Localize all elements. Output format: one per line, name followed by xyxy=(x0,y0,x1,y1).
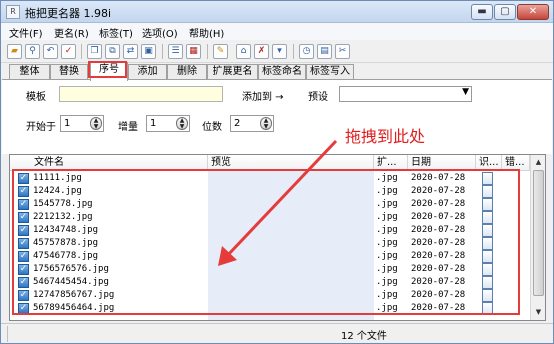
tab-replace[interactable]: 替换 xyxy=(50,64,88,80)
toolbar-separator xyxy=(81,44,82,59)
annotation-drag-text: 拖拽到此处 xyxy=(345,127,426,146)
paste-icon[interactable]: ⧉ xyxy=(105,44,120,59)
folder-open-icon[interactable]: ▰ xyxy=(7,44,22,59)
tab-extended-rename[interactable]: 扩展更名 xyxy=(207,64,258,80)
minimize-button[interactable]: ▬ xyxy=(471,4,493,20)
toolbar: ▰ ⚲ ↶ ✓ ❐ ⧉ ⇄ ▣ ☰ ▦ ✎ ⌂ ✗ ▾ ◷ ▤ ✂ xyxy=(1,41,553,63)
spin-icon[interactable]: ▲ ▼ xyxy=(90,117,102,130)
increment-label: 增量 xyxy=(118,122,138,133)
scroll-thumb[interactable] xyxy=(533,170,544,296)
tag-icon[interactable]: ⌂ xyxy=(236,44,251,59)
tool-icon[interactable]: ✂ xyxy=(335,44,350,59)
search-icon[interactable]: ⚲ xyxy=(25,44,40,59)
status-separator xyxy=(7,326,8,342)
toolbar-separator xyxy=(207,44,208,59)
tab-tag-write[interactable]: 标签写入 xyxy=(306,64,354,80)
clock-icon[interactable]: ◷ xyxy=(299,44,314,59)
status-bar: 12 个文件 xyxy=(1,323,553,343)
annotation-list-highlight xyxy=(12,169,520,315)
digits-value: 2 xyxy=(234,118,241,129)
tab-tag-naming[interactable]: 标签命名 xyxy=(258,64,306,80)
template-input[interactable] xyxy=(59,86,223,102)
dropdown-icon[interactable]: ▾ xyxy=(272,44,287,59)
tab-delete[interactable]: 删除 xyxy=(167,64,207,80)
window-title: 拖把更名器 1.98i xyxy=(25,7,112,20)
spin-icon[interactable]: ▲ ▼ xyxy=(260,117,272,130)
maximize-button[interactable]: ▢ xyxy=(494,4,516,20)
tab-whole[interactable]: 整体 xyxy=(9,64,50,80)
annotation-tab-highlight xyxy=(88,61,127,78)
grid-icon[interactable]: ▤ xyxy=(317,44,332,59)
move-icon[interactable]: ⇄ xyxy=(123,44,138,59)
image-icon[interactable]: ▦ xyxy=(186,44,201,59)
preset-select[interactable]: ▼ xyxy=(339,86,472,102)
copy-icon[interactable]: ❐ xyxy=(87,44,102,59)
close-button[interactable]: ✕ xyxy=(517,4,549,20)
chevron-down-icon: ▼ xyxy=(462,87,469,97)
brush-icon[interactable]: ✎ xyxy=(213,44,228,59)
toolbar-separator xyxy=(162,44,163,59)
menu-bar: 文件(F) 更名(R) 标签(T) 选项(O) 帮助(H) xyxy=(1,23,553,40)
undo-icon[interactable]: ↶ xyxy=(43,44,58,59)
sequence-panel: 模板 添加到 → 预设 ▼ 开始于 1 ▲ ▼ 增量 1 ▲ ▼ 位数 2 ▲ ▼ xyxy=(2,79,552,154)
menu-file[interactable]: 文件(F) xyxy=(9,25,43,40)
preset-label: 预设 xyxy=(308,92,328,103)
frame-icon[interactable]: ▣ xyxy=(141,44,156,59)
scroll-up-icon[interactable]: ▲ xyxy=(532,156,545,169)
menu-tag[interactable]: 标签(T) xyxy=(99,25,133,40)
list-icon[interactable]: ☰ xyxy=(168,44,183,59)
file-count-status: 12 个文件 xyxy=(341,331,387,342)
increment-stepper[interactable]: 1 ▲ ▼ xyxy=(146,115,190,132)
increment-value: 1 xyxy=(150,118,157,129)
digits-stepper[interactable]: 2 ▲ ▼ xyxy=(230,115,274,132)
spin-icon[interactable]: ▲ ▼ xyxy=(176,117,188,130)
digits-label: 位数 xyxy=(202,122,222,133)
toolbar-separator xyxy=(293,44,294,59)
start-value: 1 xyxy=(64,118,71,129)
template-label: 模板 xyxy=(26,92,46,103)
start-stepper[interactable]: 1 ▲ ▼ xyxy=(60,115,104,132)
menu-help[interactable]: 帮助(H) xyxy=(189,25,224,40)
menu-rename[interactable]: 更名(R) xyxy=(54,25,89,40)
tab-add[interactable]: 添加 xyxy=(128,64,167,80)
clear-icon[interactable]: ✗ xyxy=(254,44,269,59)
check-icon[interactable]: ✓ xyxy=(61,44,76,59)
app-icon: R xyxy=(6,5,20,19)
tab-strip: 整体 替换 序号 添加 删除 扩展更名 标签命名 标签写入 xyxy=(1,62,553,81)
scroll-down-icon[interactable]: ▼ xyxy=(532,306,545,319)
vertical-scrollbar[interactable]: ▲ ▼ xyxy=(530,155,545,320)
menu-options[interactable]: 选项(O) xyxy=(142,25,178,40)
title-bar[interactable]: R 拖把更名器 1.98i ▬ ▢ ✕ xyxy=(1,1,553,23)
add-to-button[interactable]: 添加到 → xyxy=(242,88,284,103)
start-label: 开始于 xyxy=(26,122,56,133)
